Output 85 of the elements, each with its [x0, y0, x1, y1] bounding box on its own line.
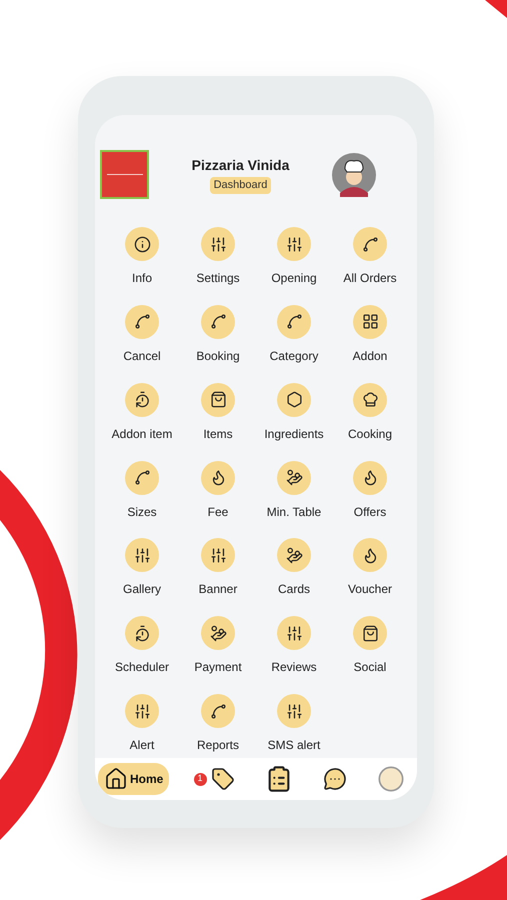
nodes-icon: [362, 236, 378, 252]
menu-label[interactable]: Info: [132, 271, 152, 286]
menu-label[interactable]: Ingredients: [264, 426, 324, 442]
menu-label[interactable]: Scheduler: [114, 660, 170, 676]
menu-label[interactable]: Alert: [130, 738, 154, 754]
notification-badge: 1: [194, 772, 206, 786]
dashboard-label: Dashboard: [210, 177, 272, 194]
menu-tile[interactable]: [353, 227, 387, 261]
menu-tile[interactable]: [201, 616, 235, 650]
menu-tile[interactable]: [125, 538, 159, 572]
sliders-icon: [286, 702, 302, 720]
menu-label[interactable]: Booking: [196, 348, 240, 364]
menu-tile[interactable]: [125, 616, 159, 650]
menu-label[interactable]: Reports: [196, 738, 240, 754]
menu-tile[interactable]: [125, 382, 159, 417]
menu-label[interactable]: Cards: [278, 582, 310, 598]
home-icon: [104, 767, 128, 791]
menu-tile[interactable]: [353, 304, 387, 339]
menu-label[interactable]: Sizes: [127, 504, 157, 520]
menu-label[interactable]: Voucher: [348, 582, 392, 598]
menu-label[interactable]: Payment: [194, 660, 242, 676]
menu-tile[interactable]: [277, 382, 311, 417]
menu-label[interactable]: Fee: [208, 504, 228, 520]
menu-tile[interactable]: [353, 616, 387, 650]
menu-label[interactable]: SMS alert: [268, 738, 320, 754]
menu-tile[interactable]: [277, 304, 311, 339]
menu-label[interactable]: Banner: [198, 582, 238, 598]
sliders-icon: [134, 702, 150, 720]
menu-tile[interactable]: [125, 227, 159, 261]
menu-tile[interactable]: [125, 304, 159, 339]
sliders-icon: [210, 236, 226, 252]
tag-icon: [210, 767, 234, 791]
info-icon: [134, 236, 150, 252]
restaurant-name: Pizzaria Vinida: [192, 156, 290, 176]
menu-label[interactable]: Min. Table: [266, 504, 322, 520]
nodes-icon: [286, 313, 302, 330]
menu-label[interactable]: Cancel: [123, 348, 161, 364]
timer-icon: [134, 391, 150, 408]
sliders-icon: [286, 624, 302, 642]
menu-tile[interactable]: [201, 694, 235, 728]
decorative-corner: [485, 0, 507, 18]
menu-tile[interactable]: [277, 694, 311, 728]
menu-tile[interactable]: [201, 538, 235, 572]
nodes-icon: [134, 313, 150, 330]
menu-label[interactable]: Addon: [352, 348, 388, 364]
menu-label[interactable]: Addon item: [112, 426, 172, 442]
menu-label[interactable]: Social: [354, 660, 386, 676]
logo: [100, 150, 149, 199]
home-tab[interactable]: Home: [98, 763, 170, 795]
nodes-icon: [210, 313, 226, 330]
menu-tile[interactable]: [125, 460, 159, 495]
menu-label[interactable]: Offers: [354, 504, 386, 520]
menu-tile[interactable]: [201, 304, 235, 339]
chat-icon: [322, 767, 347, 791]
sliders-icon: [210, 546, 226, 564]
avatar: [332, 152, 376, 196]
nodes-icon: [134, 469, 150, 486]
menu-tile[interactable]: [277, 616, 311, 650]
menu-label[interactable]: Items: [203, 426, 233, 442]
menu-tile[interactable]: [353, 460, 387, 495]
hexagon-icon: [286, 391, 302, 408]
bag-icon: [362, 624, 378, 642]
menu-label[interactable]: Cooking: [348, 426, 392, 442]
menu-label[interactable]: Category: [270, 348, 318, 364]
menu-tile[interactable]: [353, 538, 387, 572]
sliders-icon: [134, 546, 150, 564]
menu-tile[interactable]: [125, 694, 159, 728]
menu-tile[interactable]: [277, 538, 311, 572]
sliders-icon: [286, 236, 302, 252]
timer-icon: [134, 624, 150, 642]
menu-tile[interactable]: [201, 382, 235, 417]
chef-hat-icon: [362, 391, 378, 408]
menu-tile[interactable]: [353, 382, 387, 417]
menu-label[interactable]: Gallery: [122, 582, 161, 598]
menu-tile[interactable]: [201, 460, 235, 495]
menu-tile[interactable]: [201, 227, 235, 261]
bag-icon: [210, 391, 226, 408]
menu-tile[interactable]: [277, 460, 311, 495]
menu-label[interactable]: Opening: [271, 271, 317, 286]
menu-tile[interactable]: [277, 227, 311, 261]
tag-tab[interactable]: 1: [188, 763, 240, 795]
menu-label[interactable]: Reviews: [271, 660, 317, 676]
menu-label[interactable]: Settings: [196, 271, 240, 286]
nodes-icon: [210, 702, 226, 720]
menu-label[interactable]: All Orders: [343, 271, 397, 286]
